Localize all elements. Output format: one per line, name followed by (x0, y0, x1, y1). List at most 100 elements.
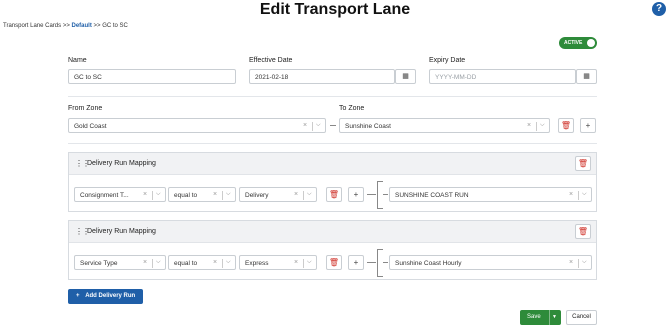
to-zone-label: To Zone (339, 105, 365, 112)
effective-date-label: Effective Date (249, 57, 293, 64)
cancel-button[interactable]: Cancel (566, 310, 597, 325)
select-separator (578, 259, 579, 268)
select-separator (303, 191, 304, 200)
help-icon[interactable]: ? (652, 2, 666, 16)
clear-icon[interactable]: × (213, 259, 217, 266)
delivery-run-select[interactable]: Sunshine Coast Hourly × ⌵ (389, 255, 592, 270)
operator-value: equal to (174, 192, 198, 199)
select-separator (536, 122, 537, 131)
split-separator (549, 310, 550, 325)
plus-icon: + (585, 121, 591, 130)
value-value: Express (245, 260, 269, 267)
active-toggle[interactable]: ACTIVE (559, 37, 597, 49)
calendar-icon: ▦ (402, 73, 409, 80)
add-zone-button[interactable]: + (580, 118, 596, 133)
add-delivery-run-button[interactable]: + Add Delivery Run (68, 289, 144, 304)
delete-zone-button[interactable]: 🗑 (558, 118, 574, 133)
panel-title: Delivery Run Mapping (87, 228, 156, 235)
zone-connector (330, 125, 336, 126)
to-zone-select[interactable]: Sunshine Coast × ⌵ (339, 118, 550, 133)
clear-icon[interactable]: × (143, 259, 147, 266)
panel-title: Delivery Run Mapping (87, 160, 156, 167)
chevron-down-icon[interactable]: ⌵ (226, 191, 231, 198)
condition-connector (367, 262, 376, 263)
clear-icon[interactable]: × (213, 191, 217, 198)
chevron-down-icon[interactable]: ⌵ (582, 191, 587, 198)
save-button[interactable]: Save ▼ (520, 310, 561, 325)
value-select[interactable]: Express × ⌵ (239, 255, 317, 270)
field-select[interactable]: Service Type × ⌵ (74, 255, 166, 270)
active-toggle-label: ACTIVE (564, 40, 583, 46)
toggle-knob (587, 39, 595, 47)
chevron-down-icon[interactable]: ⌵ (307, 191, 312, 198)
trash-icon: 🗑 (577, 159, 589, 168)
condition-connector (367, 194, 376, 195)
operator-select[interactable]: equal to × ⌵ (168, 255, 236, 270)
select-separator (312, 122, 313, 131)
clear-icon[interactable]: × (569, 259, 573, 266)
select-separator (152, 259, 153, 268)
condition-bracket (377, 249, 383, 277)
value-select[interactable]: Delivery × ⌵ (239, 187, 317, 202)
chevron-down-icon[interactable]: ▼ (552, 310, 557, 325)
breadcrumb-separator: >> (93, 23, 101, 29)
plus-icon: + (76, 293, 80, 299)
breadcrumb-root[interactable]: Transport Lane Cards (3, 23, 61, 29)
calendar-icon: ▦ (583, 73, 590, 80)
value-value: Delivery (245, 192, 269, 199)
clear-icon[interactable]: × (527, 122, 531, 129)
from-zone-select[interactable]: Gold Coast × ⌵ (68, 118, 326, 133)
delivery-run-mapping-panel: ⋮⋮ Delivery Run Mapping 🗑 Service Type ×… (68, 220, 597, 280)
field-value: Service Type (80, 260, 118, 267)
effective-date-calendar-button[interactable]: ▦ (395, 69, 416, 84)
divider (68, 143, 597, 144)
select-separator (303, 259, 304, 268)
plus-icon: + (353, 190, 359, 199)
clear-icon[interactable]: × (569, 191, 573, 198)
to-zone-value: Sunshine Coast (345, 123, 391, 130)
breadcrumb: Transport Lane Cards >> Default >> GC to… (3, 23, 128, 29)
chevron-down-icon[interactable]: ⌵ (540, 122, 545, 129)
add-delivery-run-label: Add Delivery Run (85, 293, 136, 299)
panel-header: ⋮⋮ Delivery Run Mapping 🗑 (69, 221, 596, 243)
delete-mapping-button[interactable]: 🗑 (575, 156, 591, 171)
run-connector (383, 262, 388, 263)
effective-date-input[interactable]: 2021-02-18 (249, 69, 395, 84)
select-separator (222, 259, 223, 268)
chevron-down-icon[interactable]: ⌵ (307, 259, 312, 266)
clear-icon[interactable]: × (143, 191, 147, 198)
operator-select[interactable]: equal to × ⌵ (168, 187, 236, 202)
from-zone-value: Gold Coast (74, 123, 107, 130)
name-input[interactable]: GC to SC (68, 69, 236, 84)
expiry-date-calendar-button[interactable]: ▦ (576, 69, 597, 84)
delivery-run-value: SUNSHINE COAST RUN (395, 192, 469, 199)
plus-icon: + (353, 258, 359, 267)
page-title: Edit Transport Lane (259, 1, 411, 18)
delete-condition-button[interactable]: 🗑 (326, 187, 342, 202)
expiry-date-input[interactable]: YYYY-MM-DD (429, 69, 576, 84)
breadcrumb-default-link[interactable]: Default (72, 23, 92, 29)
chevron-down-icon[interactable]: ⌵ (156, 191, 161, 198)
delete-mapping-button[interactable]: 🗑 (575, 224, 591, 239)
trash-icon: 🗑 (560, 121, 572, 130)
clear-icon[interactable]: × (294, 259, 298, 266)
chevron-down-icon[interactable]: ⌵ (226, 259, 231, 266)
chevron-down-icon[interactable]: ⌵ (156, 259, 161, 266)
save-label: Save (527, 314, 541, 320)
trash-icon: 🗑 (328, 258, 340, 267)
clear-icon[interactable]: × (303, 122, 307, 129)
breadcrumb-current: GC to SC (102, 23, 128, 29)
run-connector (383, 194, 388, 195)
chevron-down-icon[interactable]: ⌵ (582, 259, 587, 266)
delete-condition-button[interactable]: 🗑 (326, 255, 342, 270)
trash-icon: 🗑 (328, 190, 340, 199)
add-condition-button[interactable]: + (348, 187, 364, 202)
trash-icon: 🗑 (577, 227, 589, 236)
delivery-run-select[interactable]: SUNSHINE COAST RUN × ⌵ (389, 187, 592, 202)
add-condition-button[interactable]: + (348, 255, 364, 270)
select-separator (578, 191, 579, 200)
delivery-run-value: Sunshine Coast Hourly (395, 260, 462, 267)
clear-icon[interactable]: × (294, 191, 298, 198)
field-select[interactable]: Consignment T... × ⌵ (74, 187, 166, 202)
chevron-down-icon[interactable]: ⌵ (316, 122, 321, 129)
